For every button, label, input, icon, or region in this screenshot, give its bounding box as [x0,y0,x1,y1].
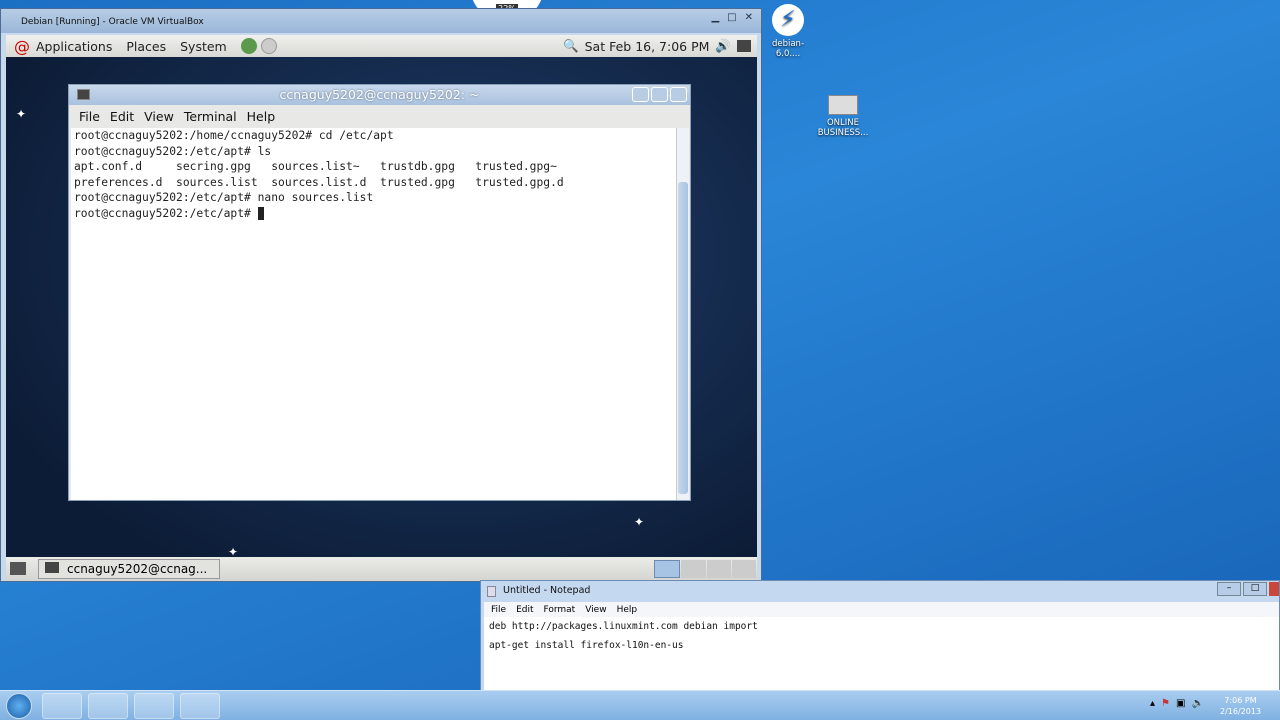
workspace-4[interactable] [731,560,756,578]
minimize-button[interactable]: ▁ [711,12,719,23]
taskbar-explorer[interactable] [88,693,128,719]
menu-help[interactable]: Help [247,109,276,124]
taskbar-app[interactable] [180,693,220,719]
terminal-line: root@ccnaguy5202:/etc/apt# ls [74,144,272,158]
windows-taskbar: ▴ ⚑ ▣ 🔈 7:06 PM 2/16/2013 [0,690,1280,720]
workspace-switcher[interactable] [654,560,756,578]
star: ✦ [634,515,645,529]
desktop-icon-debian[interactable]: ⚡ debian-6.0.... [762,4,814,59]
start-button[interactable] [6,693,32,719]
maximize-button[interactable]: □ [727,12,736,23]
notepad-title: Untitled - Notepad [503,585,591,596]
terminal-output[interactable]: root@ccnaguy5202:/home/ccnaguy5202# cd /… [71,128,676,500]
virtualbox-titlebar: Debian [Running] - Oracle VM VirtualBox … [1,9,761,33]
workspace-3[interactable] [706,560,731,578]
taskbar-virtualbox[interactable] [42,693,82,719]
terminal-line: root@ccnaguy5202:/etc/apt# [74,206,673,222]
debian-logo-icon[interactable]: @ [14,37,30,56]
text-line: deb http://packages.linuxmint.com debian… [489,621,758,632]
menu-terminal[interactable]: Terminal [184,109,237,124]
book-icon [828,95,858,115]
terminal-window: ccnaguy5202@ccnaguy5202: ~ File Edit Vie… [68,84,691,501]
close-button[interactable]: ✕ [745,12,753,23]
taskbar-folder[interactable] [134,693,174,719]
browser-icon[interactable] [240,38,257,54]
tray-clock[interactable]: 7:06 PM 2/16/2013 [1220,695,1261,717]
menu-edit[interactable]: Edit [516,605,533,615]
close-button[interactable] [670,87,687,102]
menu-system[interactable]: System [180,39,227,54]
tray-flag-icon[interactable]: ⚑ [1161,698,1170,709]
terminal-titlebar[interactable]: ccnaguy5202@ccnaguy5202: ~ [69,85,690,105]
notepad-menubar: File Edit Format View Help [484,602,1279,617]
tray-network-icon[interactable]: ▣ [1176,698,1185,709]
cursor [257,206,265,220]
minimize-button[interactable]: – [1217,582,1241,596]
show-desktop-button[interactable] [10,562,26,575]
terminal-line: root@ccnaguy5202:/etc/apt# nano sources.… [74,191,374,204]
taskbar-item-terminal[interactable]: ccnaguy5202@ccnag... [38,559,220,579]
maximize-button[interactable]: □ [1243,582,1267,596]
menu-places[interactable]: Places [126,39,166,54]
lightning-icon: ⚡ [772,4,804,36]
close-button[interactable] [1269,582,1279,596]
menu-help[interactable]: Help [617,605,638,615]
search-icon[interactable]: 🔍 [563,38,579,54]
gnome-bottom-panel: ccnaguy5202@ccnag... [6,557,757,581]
menu-view[interactable]: View [585,605,606,615]
workspace-1[interactable] [654,560,681,578]
scrollbar-thumb[interactable] [678,182,688,494]
clock[interactable]: Sat Feb 16, 7:06 PM [585,39,710,54]
show-desktop-icon[interactable] [737,40,751,52]
minimize-button[interactable] [632,87,649,102]
menu-file[interactable]: File [79,109,100,124]
terminal-app-icon [77,89,90,100]
menu-format[interactable]: Format [544,605,576,615]
star: ✦ [16,107,27,121]
terminal-line: preferences.d sources.list sources.list.… [74,175,564,189]
desktop-icon-online-business[interactable]: ONLINE BUSINESS... [816,95,870,138]
terminal-menubar: File Edit View Terminal Help [69,106,275,127]
workspace-2[interactable] [681,560,706,578]
terminal-icon [45,562,59,573]
terminal-line: root@ccnaguy5202:/home/ccnaguy5202# cd /… [74,129,394,142]
menu-edit[interactable]: Edit [110,109,134,124]
text-line: apt-get install firefox-l10n-en-us [489,640,684,651]
notepad-text-area[interactable]: deb http://packages.linuxmint.com debian… [484,617,1279,691]
volume-icon[interactable]: 🔊 [715,38,731,54]
terminal-line: apt.conf.d secring.gpg sources.list~ tru… [74,160,557,173]
notepad-icon [487,586,496,597]
system-tray: ▴ ⚑ ▣ 🔈 [1150,698,1204,709]
tray-arrow-icon[interactable]: ▴ [1150,698,1155,709]
menu-view[interactable]: View [144,109,174,124]
menu-file[interactable]: File [491,605,506,615]
mail-icon[interactable] [260,38,277,54]
menu-applications[interactable]: Applications [36,39,112,54]
gnome-top-panel: @ Applications Places System 🔍 Sat Feb 1… [6,35,757,57]
maximize-button[interactable] [651,87,668,102]
notepad-window: Untitled - Notepad – □ File Edit Format … [480,580,1280,692]
tray-volume-icon[interactable]: 🔈 [1191,698,1203,709]
terminal-scrollbar[interactable] [676,128,689,500]
